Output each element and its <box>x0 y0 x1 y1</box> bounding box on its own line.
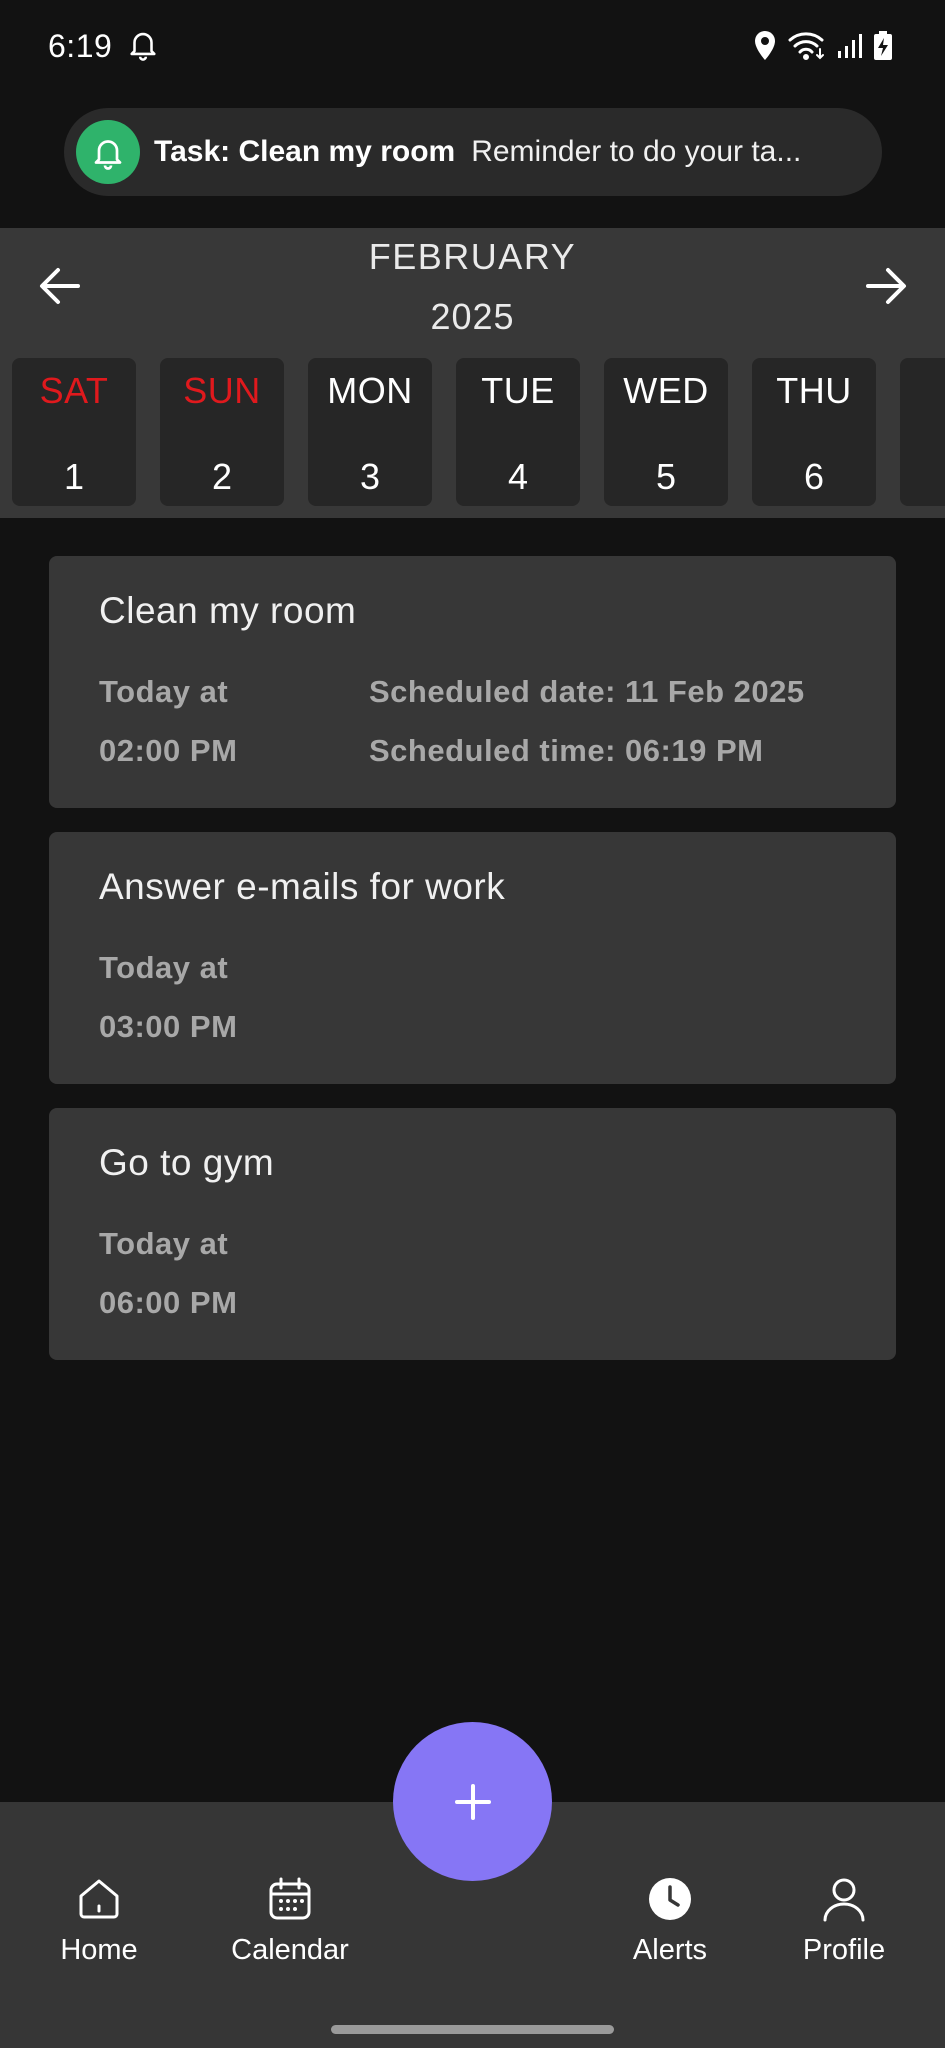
signal-icon <box>837 33 863 59</box>
notification-body: Reminder to do your ta... <box>471 135 802 168</box>
day-number: 4 <box>507 456 529 497</box>
day-number: 5 <box>655 456 677 497</box>
day-cell-thu-6[interactable]: THU 6 <box>752 358 876 506</box>
task-title: Answer e-mails for work <box>99 866 506 907</box>
day-cell-wed-5[interactable]: WED 5 <box>604 358 728 506</box>
calendar-header: FEBRUARY 2025 SAT 1 SUN 2 MON 3 TUE 4 WE… <box>0 228 945 518</box>
task-title: Go to gym <box>99 1142 275 1183</box>
status-left: 6:19 <box>48 26 160 67</box>
day-cell-sat-1[interactable]: SAT 1 <box>12 358 136 506</box>
reminder-notification[interactable]: Task: Clean my room Reminder to do your … <box>64 108 882 196</box>
task-scheduled-date: Scheduled date: 11 Feb 2025 <box>369 674 805 709</box>
arrow-right-icon <box>866 268 906 304</box>
task-list: Clean my room Today at 02:00 PM Schedule… <box>49 556 896 1384</box>
day-number: 3 <box>359 456 381 497</box>
next-month-button[interactable] <box>858 258 914 314</box>
nav-label-calendar: Calendar <box>231 1934 349 1966</box>
task-time: 02:00 PM <box>99 733 238 768</box>
status-right <box>753 31 893 61</box>
profile-icon <box>823 1878 865 1922</box>
day-number: 6 <box>803 456 825 497</box>
day-cell-fri-7[interactable]: F <box>900 358 945 506</box>
home-indicator[interactable] <box>331 2025 614 2034</box>
day-name: THU <box>776 370 852 411</box>
day-name: SUN <box>183 370 261 411</box>
day-cell-tue-4[interactable]: TUE 4 <box>456 358 580 506</box>
task-card[interactable]: Clean my room Today at 02:00 PM Schedule… <box>49 556 896 808</box>
nav-label-profile: Profile <box>802 1934 886 1966</box>
task-when-label: Today at <box>99 1226 229 1261</box>
day-strip: SAT 1 SUN 2 MON 3 TUE 4 WED 5 THU 6 F <box>12 358 945 506</box>
day-cell-mon-3[interactable]: MON 3 <box>308 358 432 506</box>
nav-label-home: Home <box>60 1934 138 1966</box>
task-when-label: Today at <box>99 674 229 709</box>
battery-charging-icon <box>873 31 893 61</box>
nav-label-alerts: Alerts <box>632 1934 708 1966</box>
day-name: TUE <box>481 370 555 411</box>
day-number: 2 <box>211 456 233 497</box>
status-time: 6:19 <box>48 27 113 64</box>
day-name: SAT <box>39 370 109 411</box>
task-card[interactable]: Answer e-mails for work Today at 03:00 P… <box>49 832 896 1084</box>
wifi-icon <box>787 31 827 61</box>
month-label: FEBRUARY <box>368 236 577 277</box>
task-time: 06:00 PM <box>99 1285 238 1320</box>
task-title: Clean my room <box>99 590 357 631</box>
task-time: 03:00 PM <box>99 1009 238 1044</box>
task-when-label: Today at <box>99 950 229 985</box>
status-bar: 6:19 <box>0 0 945 92</box>
location-icon <box>753 31 777 61</box>
nav-profile[interactable]: Profile <box>764 1876 924 1967</box>
home-icon <box>79 1879 119 1919</box>
day-name: MON <box>327 370 413 411</box>
day-number: 1 <box>63 456 85 497</box>
day-cell-sun-2[interactable]: SUN 2 <box>160 358 284 506</box>
clock-icon <box>649 1878 691 1920</box>
calendar-icon <box>269 1877 311 1920</box>
add-task-button[interactable] <box>393 1722 552 1881</box>
day-name: WED <box>623 370 709 411</box>
nav-home[interactable]: Home <box>19 1876 179 1967</box>
notification-title: Task: Clean my room <box>154 135 456 168</box>
year-label: 2025 <box>430 296 515 337</box>
plus-icon <box>454 1783 491 1820</box>
bell-icon <box>126 26 160 67</box>
bell-icon <box>76 120 140 184</box>
nav-calendar[interactable]: Calendar <box>210 1876 370 1967</box>
task-card[interactable]: Go to gym Today at 06:00 PM <box>49 1108 896 1360</box>
task-scheduled-time: Scheduled time: 06:19 PM <box>369 733 764 768</box>
nav-alerts[interactable]: Alerts <box>590 1876 750 1967</box>
